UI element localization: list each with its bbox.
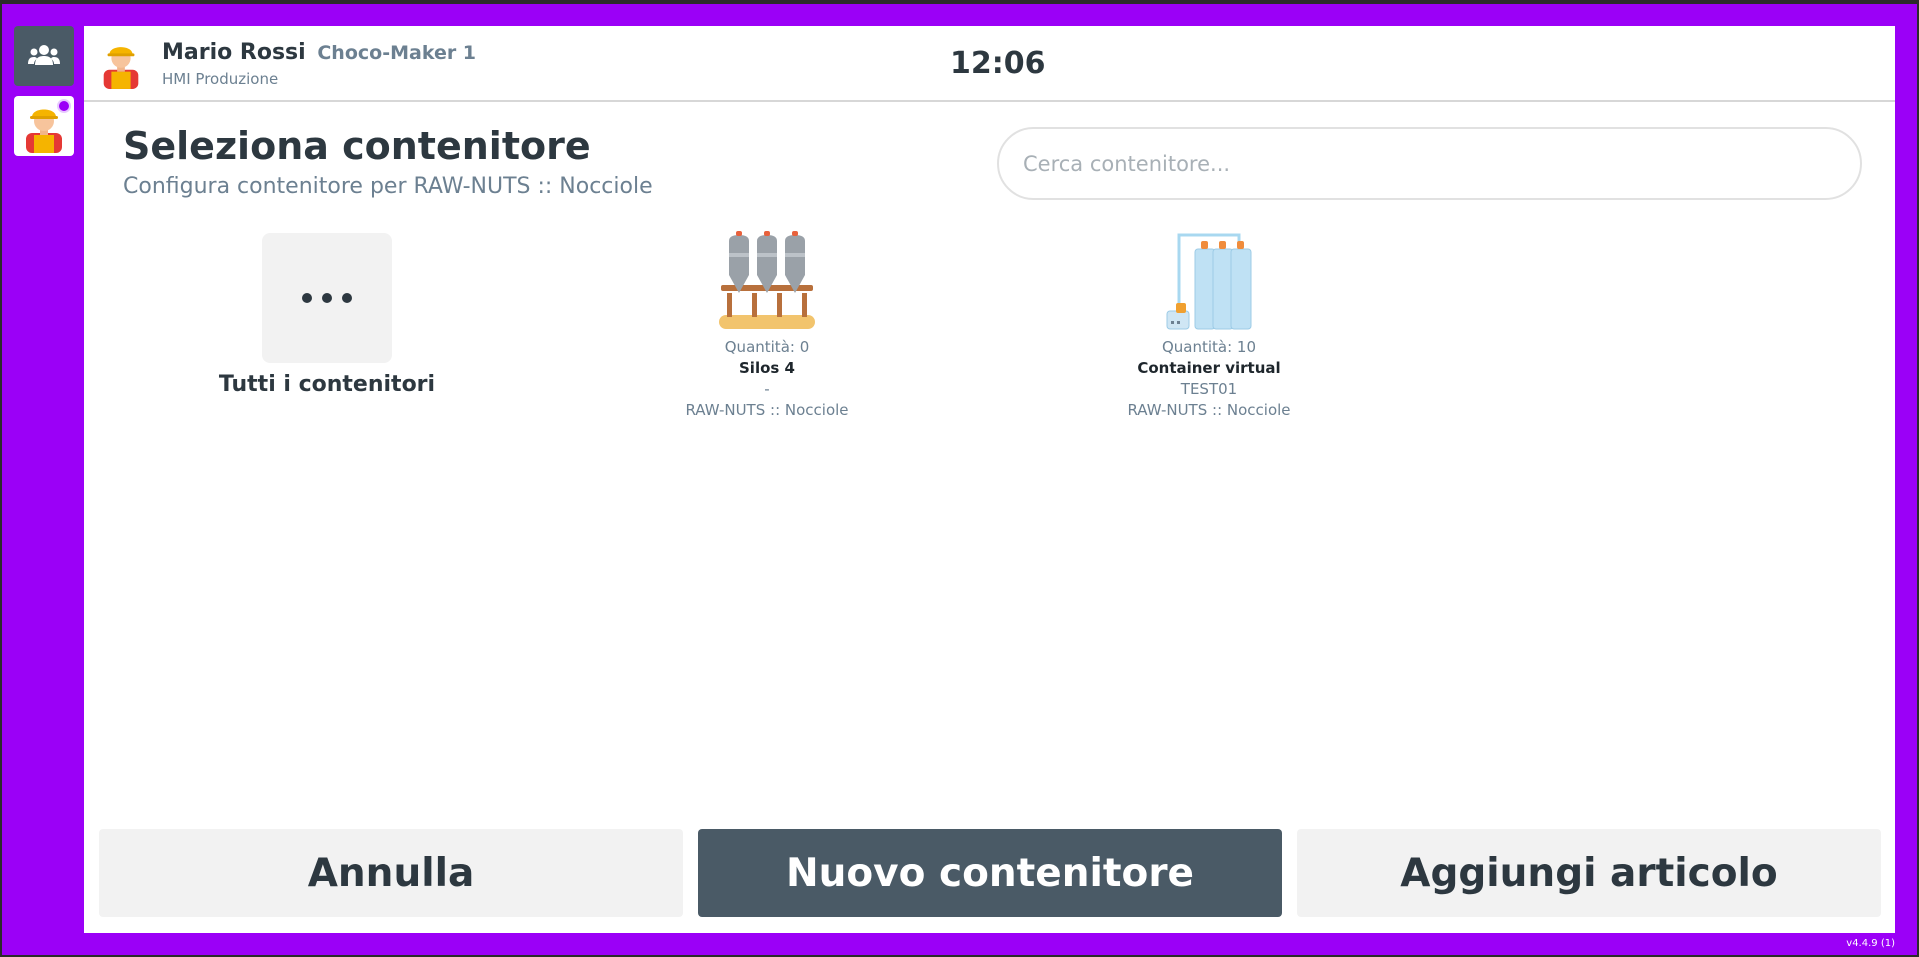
container-material: RAW-NUTS :: Nocciole <box>1127 401 1291 419</box>
user-name: Mario Rossi Choco-Maker 1 <box>162 40 476 65</box>
container-code: TEST01 <box>1180 380 1238 398</box>
app-name: HMI Produzione <box>162 70 279 88</box>
container-code: - <box>764 380 770 398</box>
more-dots-icon <box>322 293 332 303</box>
container-quantity: Quantità: 0 <box>724 338 810 356</box>
cancel-button[interactable]: Annulla <box>99 829 683 917</box>
container-card[interactable]: Quantità: 10 Container virtual TEST01 RA… <box>1089 231 1329 421</box>
clock: 12:06 <box>950 46 1046 81</box>
more-dots-icon <box>342 293 352 303</box>
page-title: Seleziona contenitore <box>123 124 591 168</box>
machine-name: Choco-Maker 1 <box>317 42 477 64</box>
tanks-icon <box>1166 233 1252 330</box>
container-name: Container virtual <box>1137 359 1281 377</box>
all-containers-label[interactable]: Tutti i contenitori <box>197 372 457 397</box>
new-container-button[interactable]: Nuovo contenitore <box>698 829 1282 917</box>
page-subtitle: Configura contenitore per RAW-NUTS :: No… <box>123 174 653 199</box>
header: Mario Rossi Choco-Maker 1 HMI Produzione… <box>84 26 1895 102</box>
worker-avatar-icon <box>103 47 139 89</box>
search-input[interactable] <box>997 127 1862 200</box>
main-panel: Mario Rossi Choco-Maker 1 HMI Produzione… <box>84 26 1895 933</box>
container-name: Silos 4 <box>739 359 795 377</box>
add-item-button[interactable]: Aggiungi articolo <box>1297 829 1881 917</box>
user-name-text: Mario Rossi <box>162 40 306 65</box>
operator-avatar-button[interactable] <box>14 96 74 156</box>
more-dots-icon <box>302 293 312 303</box>
all-containers-tile[interactable] <box>262 233 392 363</box>
container-material: RAW-NUTS :: Nocciole <box>685 401 849 419</box>
status-dot <box>57 99 71 113</box>
users-button[interactable] <box>14 26 74 86</box>
users-icon <box>28 45 60 65</box>
silos-icon <box>719 231 815 329</box>
version-label: v4.4.9 (1) <box>1846 938 1895 949</box>
container-card[interactable]: Quantità: 0 Silos 4 - RAW-NUTS :: Noccio… <box>647 231 887 421</box>
container-quantity: Quantità: 10 <box>1161 338 1257 356</box>
